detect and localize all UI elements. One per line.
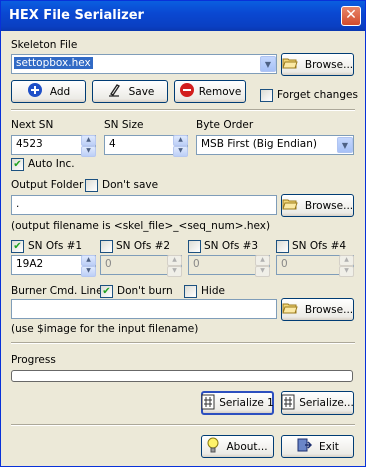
hand-pen-icon — [106, 82, 122, 101]
spin-up-icon[interactable]: ▲ — [81, 135, 96, 146]
window-title: HEX File Serializer — [9, 8, 144, 23]
exit-button[interactable]: Exit — [281, 435, 354, 458]
sn-ofs-4-checkbox[interactable] — [276, 240, 289, 253]
hide-label: Hide — [201, 285, 225, 297]
burner-hint: (use $image for the input filename) — [11, 323, 199, 335]
remove-button[interactable]: Remove — [174, 80, 246, 103]
exit-label: Exit — [319, 440, 339, 453]
about-label: About... — [226, 440, 268, 453]
dont-burn-checkbox[interactable]: ✔ — [100, 285, 113, 298]
next-sn-label: Next SN — [11, 119, 54, 131]
divider — [11, 424, 355, 426]
add-label: Add — [49, 85, 71, 98]
next-sn-spinner[interactable]: ▲ ▼ — [81, 135, 96, 157]
sn-ofs-2-label: SN Ofs #2 — [116, 240, 171, 252]
progress-bar — [11, 370, 353, 382]
spin-down-icon[interactable]: ▼ — [81, 266, 96, 277]
sn-ofs-3-value: 0 — [193, 258, 200, 270]
byte-order-label: Byte Order — [196, 119, 254, 131]
spin-up-icon[interactable]: ▲ — [167, 255, 182, 266]
chevron-down-icon[interactable]: ▼ — [337, 137, 353, 153]
burner-cmd-label: Burner Cmd. Line — [11, 285, 103, 297]
spin-up-icon[interactable]: ▲ — [173, 135, 188, 146]
dont-save-label: Don't save — [102, 179, 159, 191]
sn-ofs-4-label: SN Ofs #4 — [292, 240, 347, 252]
sn-ofs-3-label: SN Ofs #3 — [204, 240, 259, 252]
output-folder-value: . — [16, 198, 20, 210]
sn-size-label: SN Size — [104, 119, 144, 131]
dont-burn-label: Don't burn — [117, 285, 173, 297]
spin-down-icon[interactable]: ▼ — [255, 266, 270, 277]
burner-browse-label: Browse... — [304, 303, 354, 316]
sn-ofs-3-spinner[interactable]: ▲ ▼ — [255, 255, 270, 277]
spin-down-icon[interactable]: ▼ — [167, 266, 182, 277]
output-folder-input[interactable]: . — [11, 195, 277, 215]
spin-down-icon[interactable]: ▼ — [81, 146, 96, 157]
spin-up-icon[interactable]: ▲ — [255, 255, 270, 266]
sn-ofs-1-spinner[interactable]: ▲ ▼ — [81, 255, 96, 277]
serialize-1-button[interactable]: Serialize 1 — [201, 391, 274, 415]
sn-ofs-1-label: SN Ofs #1 — [28, 240, 83, 252]
spin-down-icon[interactable]: ▼ — [173, 146, 188, 157]
output-filename-hint: (output filename is <skel_file>_<seq_num… — [11, 220, 271, 232]
exit-door-icon — [296, 437, 313, 456]
serialize-label: Serialize... — [299, 397, 354, 409]
divider — [11, 109, 355, 111]
folder-icon — [282, 198, 298, 213]
spin-down-icon[interactable]: ▼ — [339, 266, 354, 277]
serialize-button[interactable]: Serialize... — [281, 391, 354, 415]
hide-checkbox[interactable] — [184, 285, 197, 298]
output-folder-label: Output Folder — [11, 179, 84, 191]
remove-icon — [179, 82, 195, 101]
app-window: HEX File Serializer ✕ Skeleton File sett… — [0, 0, 366, 467]
folder-icon — [282, 57, 298, 72]
close-button[interactable]: ✕ — [341, 6, 361, 26]
skeleton-file-combo[interactable]: settopbox.hex ▼ — [11, 54, 277, 74]
sn-size-spinner[interactable]: ▲ ▼ — [173, 135, 188, 157]
byte-order-value: MSB First (Big Endian) — [201, 138, 317, 150]
sn-ofs-4-value: 0 — [281, 258, 288, 270]
dont-save-checkbox[interactable] — [85, 179, 98, 192]
sn-ofs-1-value: 19A2 — [16, 258, 44, 270]
save-button[interactable]: Save — [92, 80, 168, 103]
title-bar[interactable]: HEX File Serializer ✕ — [1, 1, 365, 31]
sn-ofs-2-checkbox[interactable] — [100, 240, 113, 253]
progress-label: Progress — [11, 354, 56, 366]
hash-document-icon — [201, 394, 215, 413]
sn-ofs-4-spinner[interactable]: ▲ ▼ — [339, 255, 354, 277]
spin-up-icon[interactable]: ▲ — [339, 255, 354, 266]
output-browse-label: Browse... — [304, 199, 354, 212]
add-icon — [27, 82, 43, 101]
burner-cmd-input[interactable] — [11, 299, 277, 319]
auto-inc-checkbox[interactable]: ✔ — [11, 158, 24, 171]
skeleton-browse-button[interactable]: Browse... — [281, 53, 354, 76]
spin-up-icon[interactable]: ▲ — [81, 255, 96, 266]
auto-inc-label: Auto Inc. — [28, 158, 75, 170]
output-browse-button[interactable]: Browse... — [281, 194, 354, 217]
next-sn-value: 4523 — [16, 138, 43, 150]
sn-ofs-2-value: 0 — [105, 258, 112, 270]
skeleton-file-label: Skeleton File — [11, 39, 78, 51]
byte-order-select[interactable]: MSB First (Big Endian) ▼ — [196, 135, 354, 155]
chevron-down-icon[interactable]: ▼ — [260, 56, 276, 72]
forget-changes-label: Forget changes — [277, 89, 358, 101]
divider — [11, 342, 355, 344]
remove-label: Remove — [198, 85, 242, 98]
serialize-1-label: Serialize 1 — [219, 397, 274, 409]
about-button[interactable]: About... — [201, 435, 274, 458]
sn-ofs-2-spinner[interactable]: ▲ ▼ — [167, 255, 182, 277]
hash-document-icon — [281, 394, 295, 413]
skeleton-browse-label: Browse... — [304, 58, 354, 71]
burner-browse-button[interactable]: Browse... — [281, 298, 354, 321]
folder-icon — [282, 302, 298, 317]
lightbulb-icon — [207, 437, 219, 456]
forget-changes-checkbox[interactable] — [260, 89, 273, 102]
add-button[interactable]: Add — [11, 80, 86, 103]
sn-ofs-1-checkbox[interactable]: ✔ — [11, 240, 24, 253]
skeleton-file-value: settopbox.hex — [14, 57, 93, 69]
save-label: Save — [128, 85, 155, 98]
sn-ofs-3-checkbox[interactable] — [188, 240, 201, 253]
sn-size-value: 4 — [109, 138, 116, 150]
